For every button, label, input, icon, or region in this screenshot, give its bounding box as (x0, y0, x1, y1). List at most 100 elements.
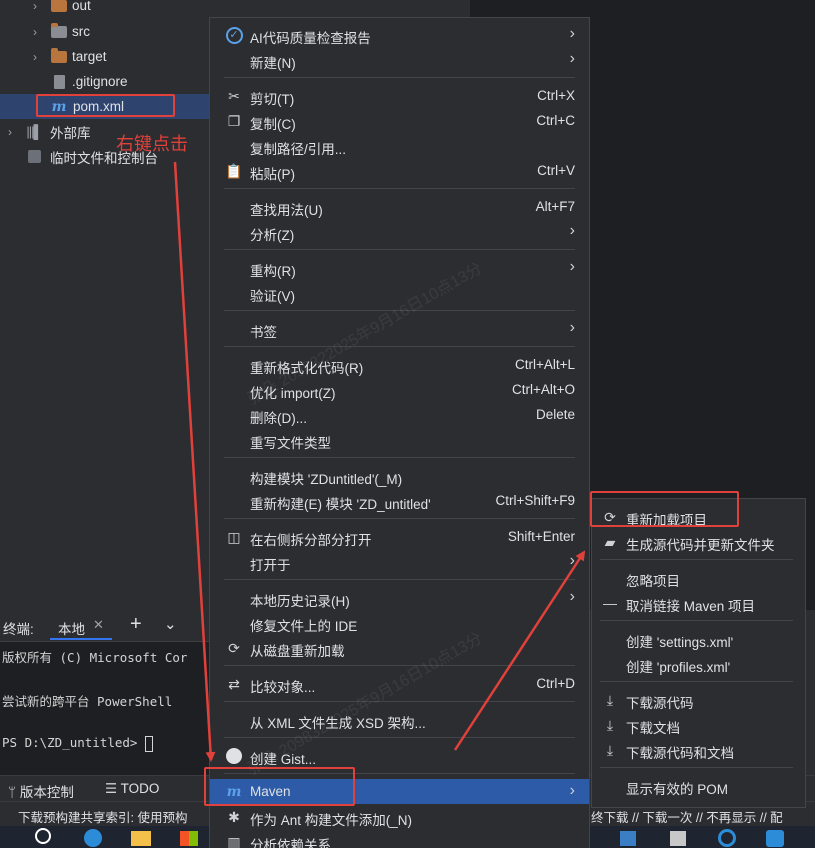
menu-item-0[interactable]: ✓ AI代码质量检查报告 › (210, 22, 589, 47)
menu-item-shortcut: Delete (535, 407, 575, 422)
submenu-item-7[interactable]: 创建 'profiles.xml' (592, 651, 805, 676)
github-icon (224, 746, 244, 766)
store-icon[interactable] (180, 831, 198, 846)
chevron-right-icon[interactable]: › (28, 50, 42, 64)
vcs-toolwindow-button[interactable]: ᛘ 版本控制 (8, 781, 74, 801)
submenu-item-label: 显示有效的 POM (626, 782, 729, 797)
submenu-item-6[interactable]: 创建 'settings.xml' (592, 626, 805, 651)
scratch-icon (25, 148, 43, 166)
menu-item-24[interactable]: ◫ 在右侧拆分部分打开 Shift+Enter (210, 524, 589, 549)
menu-separator (224, 665, 575, 666)
explorer-icon[interactable] (131, 831, 151, 846)
status-text[interactable]: 下载预构建共享索引: 使用预构 (18, 807, 187, 826)
app-icon[interactable] (620, 831, 636, 846)
menu-item-shortcut: Ctrl+C (536, 113, 575, 128)
menu-item-27[interactable]: 本地历史记录(H) › (210, 585, 589, 610)
app-icon[interactable] (670, 831, 686, 846)
terminal-tab-bar: 终端: 本地 ✕ + ⌄ (0, 610, 215, 642)
menu-item-label: 复制路径/引用... (250, 142, 347, 157)
chevron-right-icon: › (569, 50, 575, 67)
submenu-separator (600, 681, 793, 682)
chevron-right-icon[interactable]: › (28, 0, 42, 13)
submenu-item-label: 创建 'profiles.xml' (626, 660, 731, 675)
ant-icon: ✱ (228, 808, 240, 825)
menu-separator (224, 457, 575, 458)
chevron-right-icon: › (569, 588, 575, 605)
menu-item-22[interactable]: 重新构建(E) 模块 'ZD_untitled' Ctrl+Shift+F9 (210, 488, 589, 513)
submenu-item-4[interactable]: — 取消链接 Maven 项目 (592, 590, 805, 615)
chevron-right-icon[interactable]: › (28, 25, 42, 39)
menu-item-label: 查找用法(U) (250, 203, 323, 218)
menu-separator (224, 77, 575, 78)
submenu-item-10[interactable]: ⤓ 下载文档 (592, 712, 805, 737)
terminal-line: 尝试新的跨平台 PowerShell (2, 694, 173, 709)
menu-item-8[interactable]: 查找用法(U) Alt+F7 (210, 194, 589, 219)
menu-item-label: 在右侧拆分部分打开 (250, 533, 372, 548)
menu-item-19[interactable]: 重写文件类型 (210, 427, 589, 452)
compare-icon: ⇄ (228, 675, 240, 692)
submenu-item-9[interactable]: ⤓ 下载源代码 (592, 687, 805, 712)
reload-icon: ⟳ (228, 639, 240, 656)
context-menu: ✓ AI代码质量检查报告 › 新建(N) › ✂ 剪切(T) Ctrl+X ❐ 复制(C) Ctrl… (209, 17, 590, 848)
chevron-down-icon[interactable]: ⌄ (164, 615, 177, 633)
submenu-item-3[interactable]: 忽略项目 (592, 565, 805, 590)
menu-item-shortcut: Ctrl+V (537, 163, 575, 178)
menu-item-25[interactable]: 打开于 › (210, 549, 589, 574)
todo-toolwindow-button[interactable]: ☰ TODO (105, 781, 159, 797)
menu-item-label: 删除(D)... (250, 411, 307, 426)
submenu-item-label: 创建 'settings.xml' (626, 635, 734, 650)
annotation-box-pom (36, 94, 175, 117)
submenu-item-11[interactable]: ⤓ 下载源代码和文档 (592, 737, 805, 762)
menu-item-6[interactable]: 📋 粘贴(P) Ctrl+V (210, 158, 589, 183)
menu-item-38[interactable]: ✱ 作为 Ant 构建文件添加(_N) (210, 804, 589, 829)
terminal-panel: 终端: 本地 ✕ + ⌄ 版权所有 (C) Microsoft Cor 尝试新的… (0, 610, 215, 775)
menu-item-label: 比较对象... (250, 680, 316, 695)
check-circle-icon: ✓ (224, 25, 244, 45)
menu-item-label: AI代码质量检查报告 (250, 31, 371, 46)
chart-icon: ▥ (227, 833, 241, 848)
menu-item-4[interactable]: ❐ 复制(C) Ctrl+C (210, 108, 589, 133)
menu-item-3[interactable]: ✂ 剪切(T) Ctrl+X (210, 83, 589, 108)
submenu-item-1[interactable]: ▰ 生成源代码并更新文件夹 (592, 529, 805, 554)
submenu-separator (600, 620, 793, 621)
tree-item-folder[interactable]: › out (0, 0, 470, 18)
file-icon (50, 73, 68, 91)
folder-icon (50, 0, 68, 15)
menu-item-29[interactable]: ⟳ 从磁盘重新加载 (210, 635, 589, 660)
menu-item-shortcut: Ctrl+Alt+O (511, 382, 575, 397)
tree-item-label: 外部库 (50, 125, 91, 141)
menu-item-label: 构建模块 'ZDuntitled'(_M) (250, 472, 403, 487)
menu-item-28[interactable]: 修复文件上的 IDE (210, 610, 589, 635)
chevron-right-icon: › (569, 552, 575, 569)
menu-item-18[interactable]: 删除(D)... Delete (210, 402, 589, 427)
menu-item-39[interactable]: ▥ 分析依赖关系... (210, 829, 589, 848)
menu-separator (224, 249, 575, 250)
menu-item-9[interactable]: 分析(Z) › (210, 219, 589, 244)
status-text-right[interactable]: 终下载 // 下载一次 // 不再显示 // 配 (591, 807, 783, 826)
menu-item-5[interactable]: 复制路径/引用... (210, 133, 589, 158)
search-icon[interactable] (35, 828, 51, 844)
tab-local[interactable]: 本地 ✕ (50, 612, 112, 640)
folder-icon (50, 22, 68, 41)
vcs-icon: ᛘ (8, 785, 17, 800)
menu-item-1[interactable]: 新建(N) › (210, 47, 589, 72)
submenu-item-13[interactable]: 显示有效的 POM (592, 773, 805, 798)
menu-item-11[interactable]: 重构(R) › (210, 255, 589, 280)
app-icon[interactable] (718, 829, 736, 847)
menu-item-shortcut: Ctrl+Alt+L (514, 357, 575, 372)
tab-local-label: 本地 (58, 622, 85, 637)
close-icon[interactable]: ✕ (93, 617, 104, 633)
menu-item-21[interactable]: 构建模块 'ZDuntitled'(_M) (210, 463, 589, 488)
library-icon: |||▌ (26, 124, 42, 139)
add-icon[interactable]: + (130, 613, 142, 636)
chevron-right-icon[interactable]: › (3, 125, 17, 139)
menu-item-label: 重构(R) (250, 264, 296, 279)
menu-item-shortcut: Ctrl+D (536, 676, 575, 691)
submenu-separator (600, 767, 793, 768)
submenu-item-label: 下载源代码 (626, 696, 694, 711)
edge-icon[interactable] (84, 829, 102, 847)
annotation-box-maven (204, 767, 355, 806)
menu-item-33[interactable]: 从 XML 文件生成 XSD 架构... (210, 707, 589, 732)
terminal-prompt[interactable]: PS D:\ZD_untitled> (2, 735, 153, 752)
app-icon[interactable] (766, 830, 784, 847)
